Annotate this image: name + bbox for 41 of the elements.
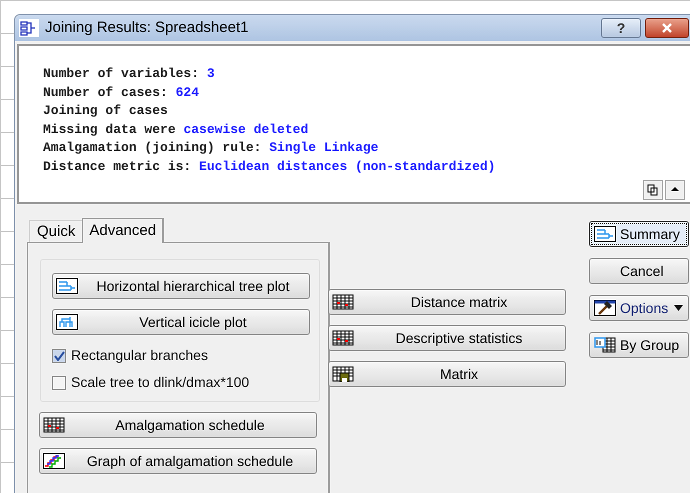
checkbox[interactable]: Scale tree to dlink/dmax*100: [52, 372, 319, 393]
side-button[interactable]: By Group: [589, 332, 689, 358]
tree-icon: [594, 226, 616, 242]
output-line: Missing data were casewise deleted: [43, 120, 310, 138]
command-button[interactable]: Graph of amalgamation schedule: [39, 448, 317, 474]
checkmark-icon: [54, 350, 64, 360]
table-icon: [594, 337, 616, 353]
command-button[interactable]: Amalgamation schedule: [39, 412, 317, 438]
command-button[interactable]: Distance matrix: [328, 289, 566, 315]
side-button[interactable]: Summary: [589, 221, 689, 247]
close-icon: [661, 23, 673, 33]
table-icon: [43, 417, 65, 433]
icicle-icon: [56, 314, 78, 330]
step-chart-icon: [43, 453, 65, 469]
copy-button[interactable]: [643, 180, 663, 200]
command-button[interactable]: Descriptive statistics: [328, 325, 566, 351]
table-icon: [332, 330, 354, 346]
copy-icon: [647, 184, 659, 196]
output-line: Number of cases: 624: [43, 84, 200, 102]
side-button[interactable]: Options: [589, 295, 689, 321]
output-line: Distance metric is: Euclidean distances (non-standardized): [43, 158, 496, 176]
scroll-up-button[interactable]: [665, 180, 685, 200]
command-button[interactable]: Horizontal hierarchical tree plot: [52, 273, 310, 299]
tab[interactable]: Quick: [29, 220, 82, 242]
tree-icon: [19, 19, 39, 37]
command-button[interactable]: Vertical icicle plot: [52, 309, 310, 335]
side-button[interactable]: Cancel: [589, 258, 689, 284]
command-button[interactable]: Matrix: [328, 361, 566, 387]
output-line: Number of variables: 3: [43, 65, 216, 83]
hammer-icon: [594, 300, 616, 316]
output-line: Joining of cases: [43, 102, 169, 120]
table-icon: [332, 294, 354, 310]
caret-icon: [674, 305, 684, 311]
window-title: Joining Results: Spreadsheet1: [45, 18, 248, 38]
tab[interactable]: Advanced: [82, 218, 164, 243]
checkbox[interactable]: Rectangular branches: [52, 345, 319, 366]
tree-icon: [56, 278, 78, 294]
output-line: Amalgamation (joining) rule: Single Linkage: [43, 139, 380, 157]
help-button[interactable]: ?: [601, 18, 641, 38]
table-disk-icon: [332, 366, 354, 382]
close-button[interactable]: [645, 18, 689, 38]
